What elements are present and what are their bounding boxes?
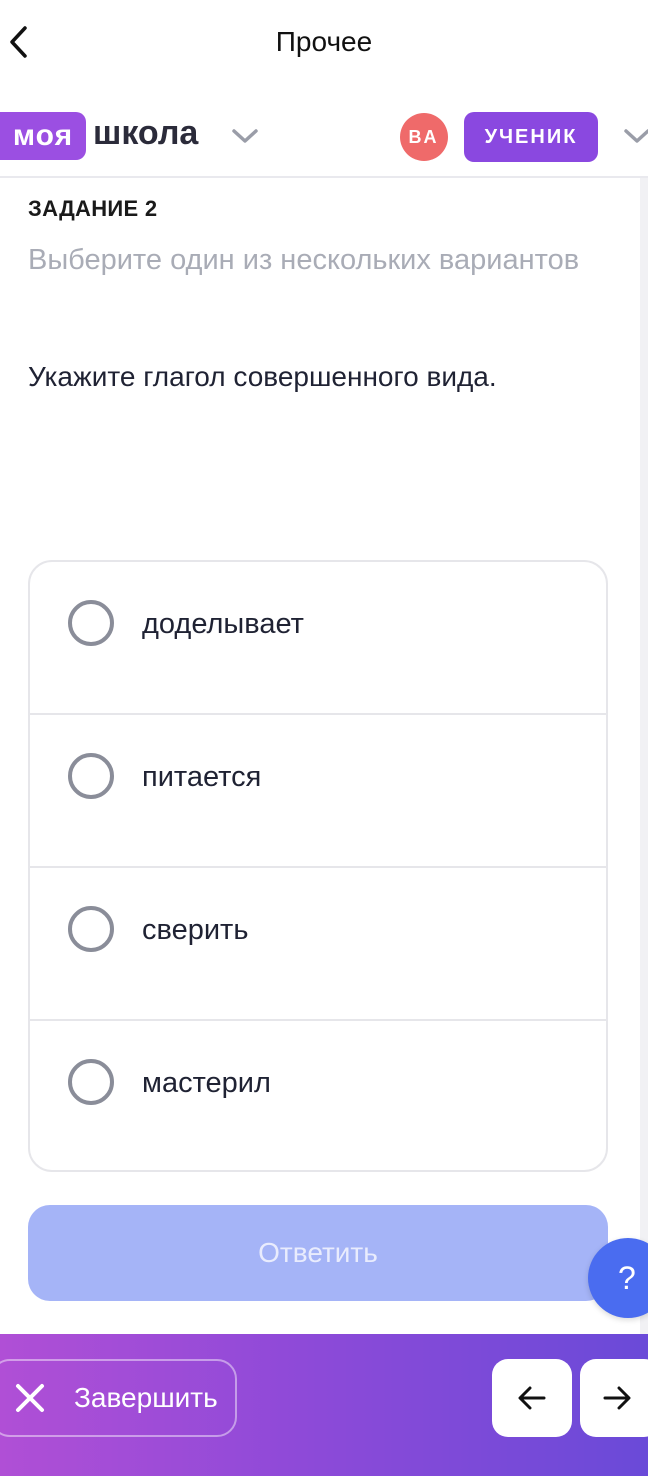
finish-label: Завершить [74, 1382, 218, 1413]
option-label: питается [142, 761, 262, 793]
scrollbar[interactable] [640, 178, 648, 1334]
task-hint: Выберите один из нескольких вариантов [28, 244, 580, 276]
option-label: мастерил [142, 1067, 271, 1099]
next-task-button[interactable] [580, 1359, 648, 1437]
option-label: сверить [142, 914, 249, 946]
radio-button[interactable] [68, 1059, 114, 1105]
chevron-down-icon[interactable] [230, 126, 260, 146]
logo-shkola: школа [93, 114, 199, 152]
avatar[interactable]: ВА [400, 113, 448, 161]
radio-button[interactable] [68, 600, 114, 646]
finish-button[interactable]: Завершить [0, 1359, 237, 1437]
task-question: Укажите глагол совершенного вида. [28, 361, 497, 392]
prev-task-button[interactable] [492, 1359, 572, 1437]
option-item[interactable]: доделывает [30, 562, 606, 715]
option-item[interactable]: сверить [30, 868, 606, 1021]
option-label: доделывает [142, 608, 304, 640]
radio-button[interactable] [68, 906, 114, 952]
option-item[interactable]: мастерил [30, 1021, 606, 1170]
logo-moya: моя [0, 112, 86, 160]
answer-options: доделывает питается сверить мастерил [28, 560, 608, 1172]
option-item[interactable]: питается [30, 715, 606, 868]
close-icon [16, 1384, 44, 1412]
bottom-bar: Завершить [0, 1334, 648, 1476]
page-title: Прочее [275, 26, 373, 57]
role-badge[interactable]: УЧЕНИК [464, 112, 598, 162]
arrow-right-icon [603, 1386, 631, 1410]
arrow-left-icon [518, 1386, 546, 1410]
radio-button[interactable] [68, 753, 114, 799]
answer-button[interactable]: Ответить [28, 1205, 608, 1301]
top-nav: Прочее [0, 0, 648, 86]
task-label: ЗАДАНИЕ 2 [28, 196, 158, 221]
chevron-down-icon[interactable] [622, 126, 648, 146]
app-header: моя школа ВА УЧЕНИК [0, 100, 648, 178]
